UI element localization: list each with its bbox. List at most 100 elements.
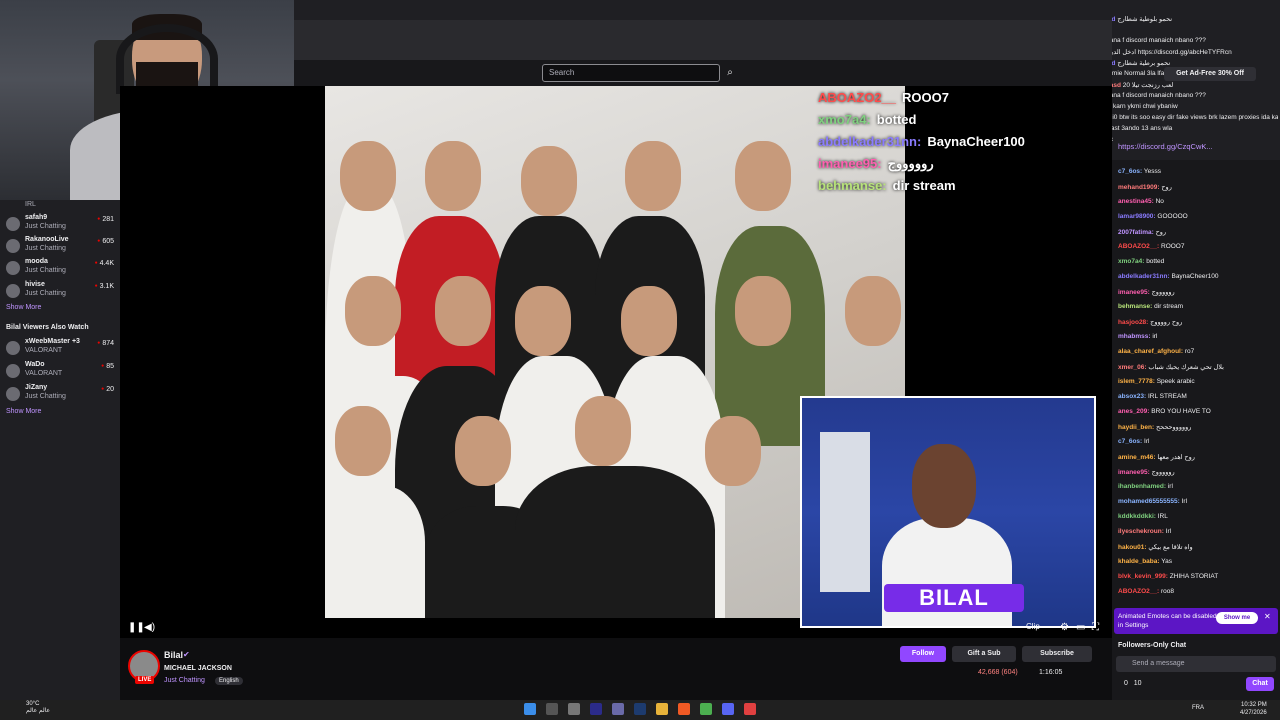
- chat-message: islem_7778: Speek arabic: [1118, 378, 1278, 385]
- language-indicator[interactable]: FRA: [1192, 705, 1204, 711]
- chat-username[interactable]: djamelbenabid: [1112, 16, 1116, 23]
- chat-text: BRO YOU HAVE TO: [1151, 408, 1211, 415]
- photoshop-icon[interactable]: [634, 703, 646, 715]
- banner-text: Animated Emotes can be disabled in Setti…: [1118, 613, 1217, 629]
- sidebar-channel[interactable]: hivise Just Chatting 3.1K: [6, 281, 116, 303]
- pinned-link[interactable]: https://discord.gg/CzqCwK...: [1118, 142, 1213, 151]
- search-icon[interactable]: ⌕: [722, 64, 738, 82]
- chat-message: 999msDZ yup karn ykmi chwi ybaniw: [1112, 103, 1278, 110]
- chat-username[interactable]: djamelbenabid: [1112, 60, 1116, 67]
- chat-username[interactable]: amine_m46:: [1118, 454, 1156, 461]
- clip-button[interactable]: Clip: [1026, 622, 1040, 631]
- chat-text: روح: [1161, 184, 1172, 191]
- chat-username[interactable]: hasjoo28:: [1118, 319, 1148, 326]
- search-input[interactable]: Search: [542, 64, 720, 82]
- channel-name: safah9: [25, 214, 48, 221]
- chat-message: yazidbrm13 rana f discord manaich nbano …: [1112, 37, 1278, 44]
- show-me-button[interactable]: Show me: [1216, 612, 1258, 624]
- chat-username[interactable]: behmanse:: [1118, 303, 1152, 310]
- chat-message: alaa_charef_afghoul: ro7: [1118, 348, 1278, 355]
- chat-text: ادخل الديسكورد https://discord.gg/abcHeT…: [1112, 49, 1232, 56]
- chat-username[interactable]: kddkkddkki:: [1118, 513, 1156, 520]
- chrome-icon[interactable]: [700, 703, 712, 715]
- sidebar-channel[interactable]: RakanooLive Just Chatting 605: [6, 236, 116, 258]
- brave-icon[interactable]: [678, 703, 690, 715]
- chat-username[interactable]: hakou01:: [1118, 544, 1147, 551]
- chat-username[interactable]: anestina45:: [1118, 198, 1154, 205]
- person-face: [335, 406, 391, 476]
- chat-message: mohamed65555555: Irl: [1118, 498, 1278, 505]
- premiere-icon[interactable]: [590, 703, 602, 715]
- chat-username[interactable]: imanee95:: [1118, 289, 1150, 296]
- settings-icon[interactable]: ⚙: [1060, 622, 1069, 633]
- chat-username[interactable]: ABOAZO2__:: [1118, 243, 1159, 250]
- chat-send-button[interactable]: Chat: [1246, 677, 1274, 691]
- chat-username[interactable]: islem_7778:: [1118, 378, 1155, 385]
- chat-message: 2007fatima: روح: [1118, 228, 1278, 236]
- file-explorer-icon[interactable]: [656, 703, 668, 715]
- chat-username[interactable]: mehand1909:: [1118, 184, 1160, 191]
- language-tag[interactable]: English: [215, 677, 243, 685]
- chat-text: Speek arabic: [1156, 378, 1195, 385]
- show-more-link[interactable]: Show More: [6, 304, 41, 311]
- chat-username[interactable]: ABOAZO2__:: [1118, 588, 1159, 595]
- chat-username[interactable]: lamar98900:: [1118, 213, 1156, 220]
- chat-input[interactable]: Send a message: [1116, 656, 1276, 672]
- pause-icon[interactable]: ❚❚: [128, 622, 145, 633]
- chat-username[interactable]: mhabmss:: [1118, 333, 1151, 340]
- chat-message: djamelbenabid نحمو برطية شطارج: [1112, 59, 1278, 67]
- gift-sub-button[interactable]: Gift a Sub: [952, 646, 1016, 662]
- task-view-icon[interactable]: [568, 703, 580, 715]
- discord-icon[interactable]: [722, 703, 734, 715]
- obs-icon[interactable]: [744, 703, 756, 715]
- chat-username[interactable]: haydii_ben:: [1118, 424, 1154, 431]
- chat-username[interactable]: ihanbenhamed:: [1118, 483, 1166, 490]
- chat-username[interactable]: xmer_06:: [1118, 364, 1147, 371]
- chat-text: GOOOOO: [1157, 213, 1188, 220]
- sidebar-channel[interactable]: safah9 Just Chatting 281: [6, 214, 116, 236]
- chat-username[interactable]: mohamed65555555:: [1118, 498, 1180, 505]
- theatre-mode-icon[interactable]: ▭: [1076, 622, 1085, 633]
- app-icon[interactable]: [612, 703, 624, 715]
- fullscreen-icon[interactable]: ⛶: [1092, 622, 1099, 633]
- windows-start-icon[interactable]: [524, 703, 536, 715]
- chat-username[interactable]: blvk_kevin_999:: [1118, 573, 1168, 580]
- chat-username[interactable]: c7_6os:: [1118, 168, 1142, 175]
- sidebar-channel[interactable]: mooda Just Chatting 4.4K: [6, 258, 116, 280]
- chat-message: khalde_baba: Yas: [1118, 558, 1278, 565]
- close-icon[interactable]: ✕: [1264, 612, 1271, 621]
- sidebar-also-watch-channel[interactable]: JiZany Just Chatting 20: [6, 384, 116, 406]
- sidebar-also-watch-channel[interactable]: xWeebMaster +3 VALORANT 874: [6, 338, 116, 360]
- sidebar-also-watch-channel[interactable]: WaDo VALORANT 85: [6, 361, 116, 383]
- chat-username[interactable]: 2007fatima:: [1118, 229, 1154, 236]
- ad-free-button[interactable]: Get Ad-Free 30% Off: [1164, 67, 1256, 81]
- stream-category[interactable]: Just Chatting: [164, 677, 205, 684]
- chat-username[interactable]: abdelkader31nn:: [1118, 273, 1170, 280]
- chat-username[interactable]: ilyeschekroun:: [1118, 528, 1164, 535]
- person-face: [735, 276, 791, 346]
- chat-message: aoufinaslimaasd لعب رزنجت تيلا 20: [1112, 81, 1278, 89]
- weather-widget[interactable]: 30°C عالم عالم: [26, 701, 50, 715]
- streamer-name[interactable]: Bilal: [164, 650, 183, 660]
- follow-button[interactable]: Follow: [900, 646, 946, 662]
- chat-username[interactable]: xmo7a4:: [1118, 258, 1144, 265]
- chat-username[interactable]: absox23:: [1118, 393, 1146, 400]
- channel-category: Just Chatting: [25, 267, 66, 274]
- chat-username[interactable]: khalde_baba:: [1118, 558, 1160, 565]
- show-more-link-2[interactable]: Show More: [6, 408, 41, 415]
- chat-username[interactable]: alaa_charef_afghoul:: [1118, 348, 1183, 355]
- search-taskbar-icon[interactable]: [546, 703, 558, 715]
- chat-username[interactable]: c7_6os:: [1118, 438, 1142, 445]
- system-clock[interactable]: 10:32 PM 4/27/2026: [1240, 701, 1267, 717]
- chat-text: yy ofc: [1112, 136, 1113, 143]
- chat-username[interactable]: imanee95:: [1118, 469, 1150, 476]
- chat-username[interactable]: aoufinaslimaasd: [1112, 82, 1121, 89]
- channel-viewers: 4.4K: [95, 260, 114, 267]
- channel-points[interactable]: 0 10: [1124, 680, 1142, 687]
- chat-username[interactable]: anes_209:: [1118, 408, 1149, 415]
- subscribe-button[interactable]: Subscribe: [1022, 646, 1092, 662]
- chat-message: ilyeschekroun: Irl: [1118, 528, 1278, 535]
- person-face: [735, 141, 791, 211]
- volume-icon[interactable]: ◀): [144, 622, 155, 633]
- chat-message: haydii_ben: روووووحححح: [1118, 423, 1278, 431]
